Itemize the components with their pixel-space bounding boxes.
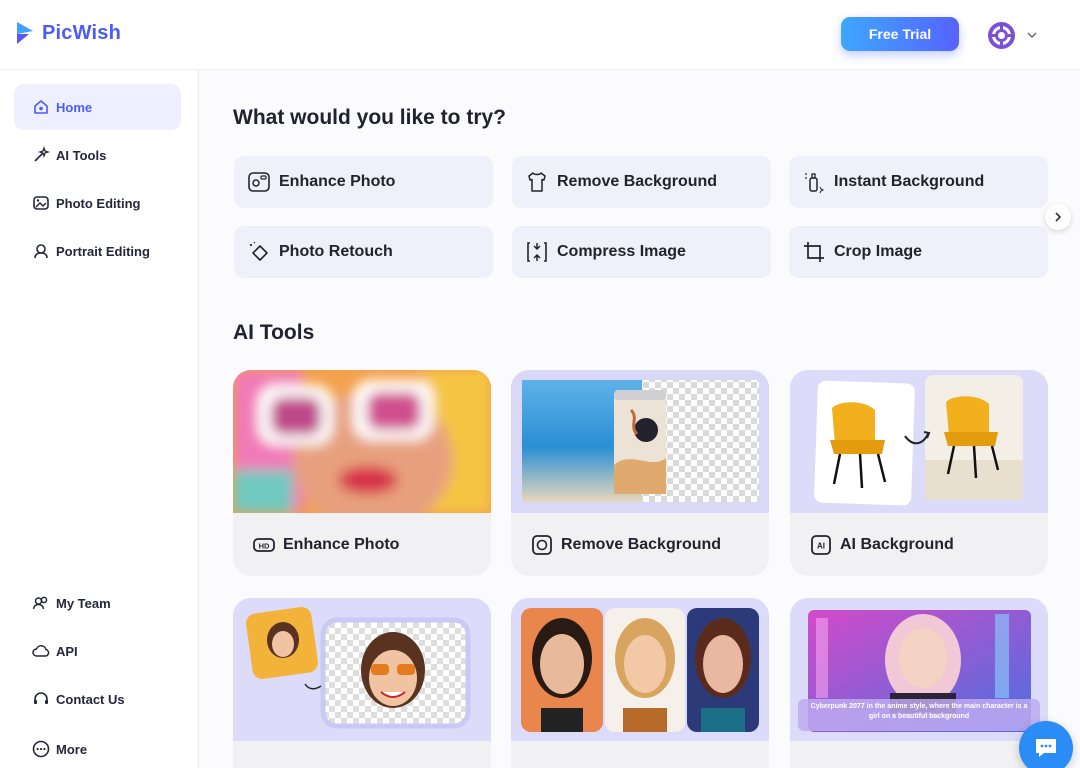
compress-icon (527, 242, 547, 262)
sidebar-item-ai-tools[interactable]: AI Tools (14, 132, 181, 178)
sidebar-item-api[interactable]: API (14, 628, 181, 674)
card-enhance-photo[interactable]: HD Enhance Photo (233, 370, 491, 576)
sidebar-item-my-team[interactable]: My Team (14, 580, 181, 626)
more-icon (32, 740, 50, 758)
hd-icon: HD (253, 538, 275, 552)
quick-action-label: Remove Background (557, 173, 718, 190)
sidebar-item-label: More (56, 741, 88, 757)
sidebar-item-more[interactable]: More (14, 726, 181, 768)
try-section-title: What would you like to try? (233, 106, 506, 129)
quick-compress-image-button[interactable]: Compress Image (512, 226, 771, 278)
sidebar-item-label: AI Tools (56, 147, 107, 163)
chevron-down-icon[interactable] (1026, 29, 1038, 41)
remove-bg-icon (532, 535, 552, 555)
crop-icon (804, 242, 824, 262)
card-footer: HD Enhance Photo (253, 534, 399, 556)
free-trial-button[interactable]: Free Trial (841, 17, 959, 51)
quick-crop-image-button[interactable]: Crop Image (789, 226, 1048, 278)
svg-text:HD: HD (259, 542, 270, 551)
brand-name: PicWish (42, 21, 122, 44)
card-label: AI Background (840, 536, 954, 553)
sidebar: Home AI Tools Photo Editing Portrait Edi… (0, 70, 199, 768)
card-portraits[interactable] (511, 598, 769, 768)
chevron-right-icon (1055, 212, 1062, 222)
bottle-sparkle-icon (805, 173, 825, 194)
sidebar-item-home[interactable]: Home (14, 84, 181, 130)
photo-edit-icon (33, 196, 49, 210)
sidebar-item-label: Portrait Editing (56, 243, 150, 259)
ai-background-thumbnail (790, 370, 1048, 513)
team-icon (32, 596, 48, 610)
quick-action-label: Crop Image (834, 243, 923, 260)
sidebar-item-label: Photo Editing (56, 195, 141, 211)
top-header: PicWish Free Trial (0, 0, 1080, 70)
magic-wand-icon (34, 146, 50, 162)
card-label: Enhance Photo (283, 536, 400, 553)
svg-text:AI: AI (817, 542, 825, 551)
portraits-thumbnail (511, 598, 769, 741)
home-icon (34, 100, 48, 114)
carousel-next-button[interactable] (1045, 204, 1071, 230)
brand-logo[interactable]: PicWish (14, 20, 121, 46)
chat-support-button[interactable] (1019, 721, 1073, 768)
headset-icon (34, 692, 48, 704)
sidebar-item-label: My Team (56, 595, 111, 611)
chat-icon (1036, 739, 1056, 757)
hd-photo-icon (248, 172, 270, 192)
cyberpunk-caption: Cyberpunk 2077 in the anime style, where… (798, 699, 1040, 731)
eraser-icon (250, 241, 268, 261)
quick-photo-retouch-button[interactable]: Photo Retouch (234, 226, 493, 278)
remove-background-thumbnail (511, 370, 769, 513)
card-ai-art[interactable]: Cyberpunk 2077 in the anime style, where… (790, 598, 1048, 768)
quick-instant-background-button[interactable]: Instant Background (789, 156, 1048, 208)
picwish-logo-icon (17, 22, 33, 44)
quick-remove-background-button[interactable]: Remove Background (512, 156, 771, 208)
sidebar-item-photo-editing[interactable]: Photo Editing (14, 180, 181, 226)
quick-action-label: Compress Image (557, 243, 686, 260)
quick-action-label: Enhance Photo (279, 173, 396, 190)
ai-tools-section-title: AI Tools (233, 321, 315, 344)
sidebar-item-portrait-editing[interactable]: Portrait Editing (14, 228, 181, 274)
quick-enhance-photo-button[interactable]: Enhance Photo (234, 156, 493, 208)
card-label: Remove Background (561, 536, 722, 553)
shirt-icon (528, 172, 546, 192)
sidebar-item-label: Home (56, 99, 93, 115)
card-remove-background[interactable]: Remove Background (511, 370, 769, 576)
ai-bg-icon: AI (811, 535, 831, 555)
sidebar-item-label: API (56, 643, 78, 659)
sidebar-item-contact-us[interactable]: Contact Us (14, 676, 181, 722)
api-cloud-icon (32, 645, 50, 657)
cutout-portrait-thumbnail (233, 598, 491, 741)
card-cutout-portrait[interactable] (233, 598, 491, 768)
quick-action-label: Photo Retouch (279, 243, 393, 260)
card-footer: Remove Background (531, 534, 721, 556)
user-avatar-icon[interactable] (988, 22, 1015, 49)
sidebar-item-label: Contact Us (56, 691, 125, 707)
portrait-icon (34, 244, 48, 259)
card-footer: AI AI Background (810, 534, 954, 556)
card-ai-background[interactable]: AI AI Background (790, 370, 1048, 576)
quick-action-label: Instant Background (834, 173, 985, 190)
enhance-photo-thumbnail (233, 370, 491, 513)
